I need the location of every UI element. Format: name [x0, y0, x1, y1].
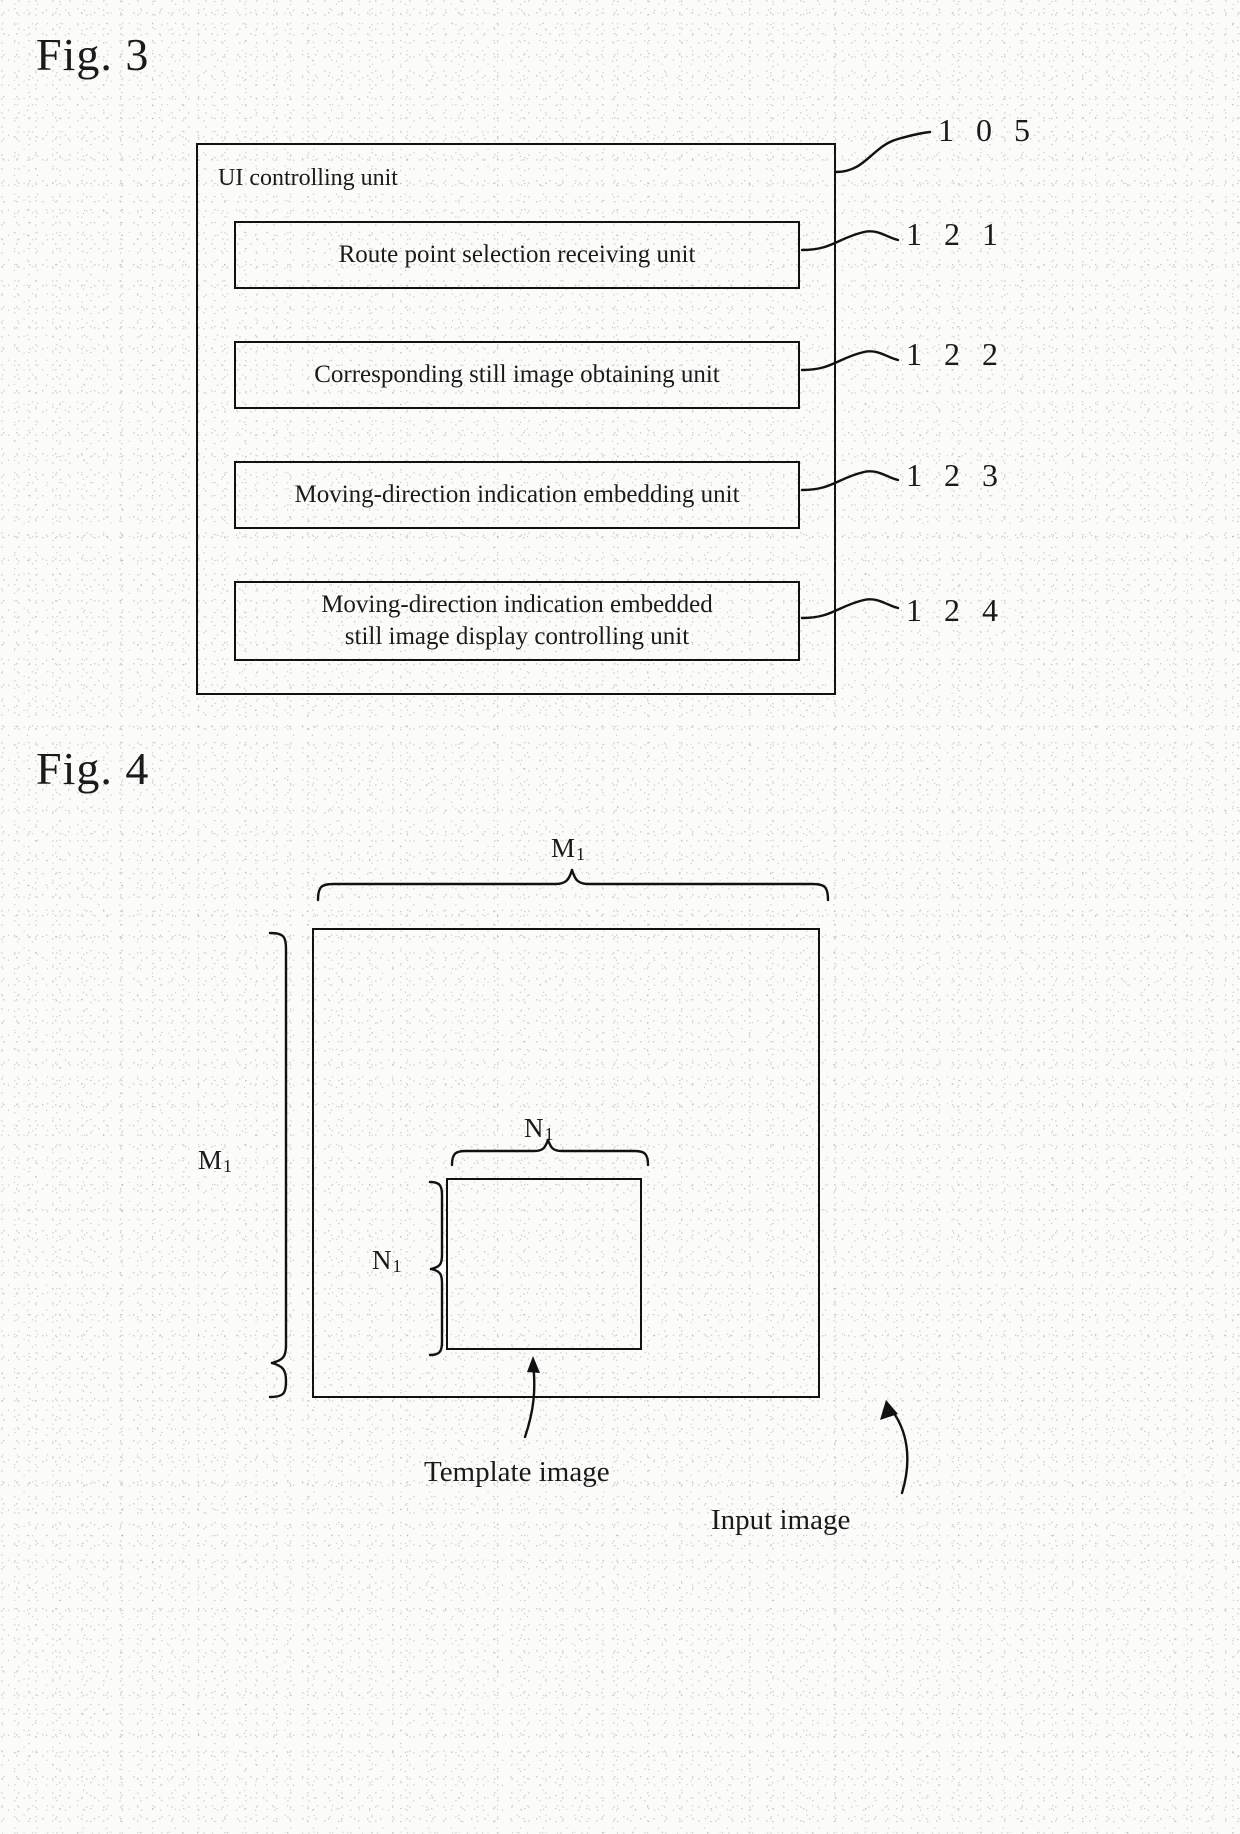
template-image-rect: [446, 1178, 642, 1350]
block-122-label: Corresponding still image obtaining unit: [314, 361, 720, 388]
reference-number-124: 1 2 4: [906, 592, 1005, 628]
dimension-m1-top-letter: M: [551, 833, 576, 863]
dimension-n1-left-subscript: 1: [392, 1256, 402, 1276]
brace-m1-top-left-arm: [316, 868, 574, 902]
leader-line-105: [834, 130, 932, 174]
block-124-label: Moving-direction indication embedded sti…: [321, 589, 713, 653]
block-124-label-line2: still image display controlling unit: [344, 623, 690, 650]
reference-number-121: 1 2 1: [906, 216, 1005, 252]
block-123-label: Moving-direction indication embedding un…: [294, 481, 740, 508]
brace-m1-left-lower-arm: [268, 1361, 288, 1399]
dimension-label-n1-left: N1: [372, 1245, 402, 1276]
brace-m1-left-upper-arm: [268, 931, 288, 1365]
brace-m1-top-right-arm: [570, 868, 830, 902]
template-image-callout-label: Template image: [424, 1456, 610, 1488]
dimension-n1-left-letter: N: [372, 1245, 392, 1275]
reference-number-105: 1 0 5: [938, 112, 1037, 148]
dimension-m1-left-subscript: 1: [223, 1156, 233, 1176]
moving-direction-indication-embedding-unit-box: Moving-direction indication embedding un…: [234, 461, 800, 529]
route-point-selection-receiving-unit-box: Route point selection receiving unit: [234, 221, 800, 289]
reference-number-123: 1 2 3: [906, 457, 1005, 493]
figure-4-title: Fig. 4: [36, 743, 150, 794]
dimension-label-m1-left: M1: [198, 1145, 233, 1176]
ui-controlling-unit-box: UI controlling unit Route point selectio…: [196, 143, 836, 695]
moving-direction-indication-embedded-still-image-display-controlling-unit-box: Moving-direction indication embedded sti…: [234, 581, 800, 661]
callout-line-input-image: [888, 1406, 909, 1495]
dimension-n1-top-letter: N: [524, 1113, 544, 1143]
corresponding-still-image-obtaining-unit-box: Corresponding still image obtaining unit: [234, 341, 800, 409]
ui-controlling-unit-label: UI controlling unit: [218, 165, 398, 191]
figure-3-title: Fig. 3: [36, 29, 150, 80]
input-image-callout-label: Input image: [711, 1504, 851, 1536]
patent-figure-page: Fig. 3 UI controlling unit Route point s…: [0, 0, 1240, 1834]
callout-arrowhead-input-image: [880, 1400, 898, 1420]
block-121-label: Route point selection receiving unit: [338, 241, 696, 268]
dimension-label-n1-top: N1: [524, 1113, 554, 1144]
dimension-m1-left-letter: M: [198, 1145, 223, 1175]
dimension-n1-top-subscript: 1: [544, 1124, 554, 1144]
dimension-m1-top-subscript: 1: [576, 844, 586, 864]
reference-number-122: 1 2 2: [906, 336, 1005, 372]
dimension-label-m1-top: M1: [551, 833, 586, 864]
block-124-label-line1: Moving-direction indication embedded: [321, 591, 713, 618]
